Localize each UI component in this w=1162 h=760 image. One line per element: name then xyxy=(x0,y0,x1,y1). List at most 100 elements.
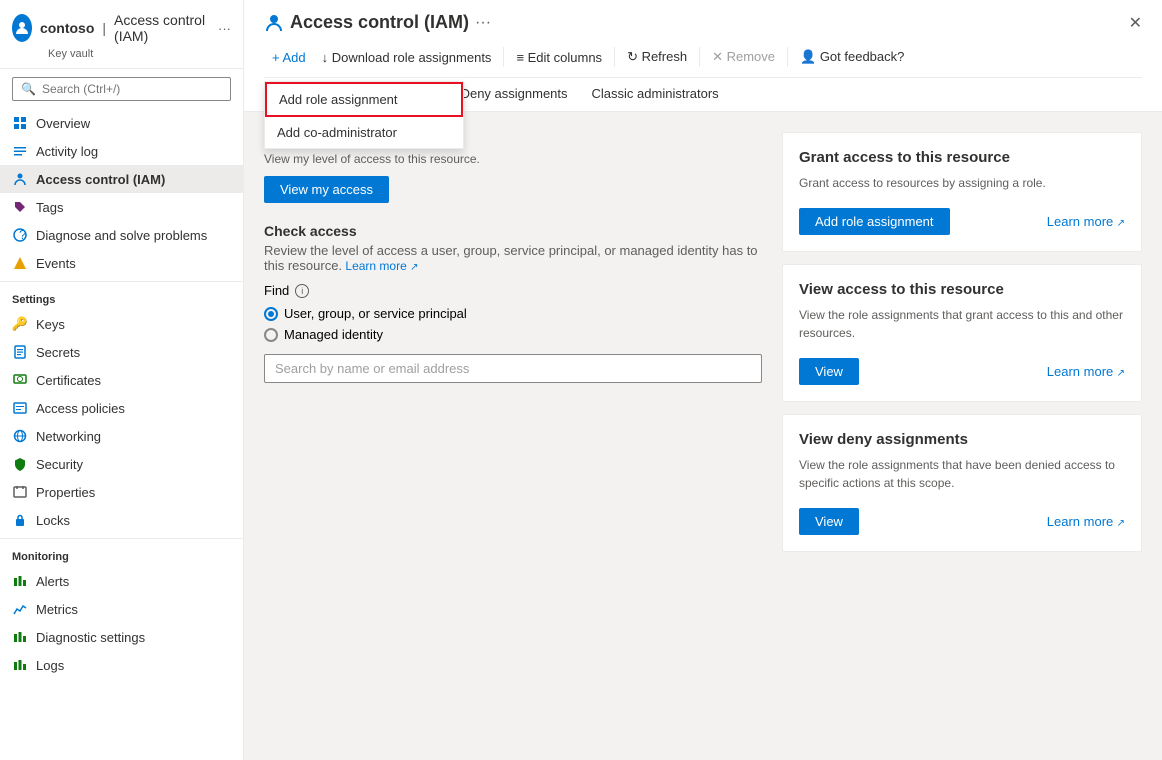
policies-icon xyxy=(12,400,28,416)
toolbar: + Add Add role assignment Add co-adminis… xyxy=(264,41,1142,77)
sidebar-item-label: Events xyxy=(36,256,76,271)
events-icon xyxy=(12,255,28,271)
add-button[interactable]: + Add xyxy=(264,46,314,69)
radio-user-group-sp[interactable]: User, group, or service principal xyxy=(264,306,762,321)
view-access-button[interactable]: View xyxy=(799,358,859,385)
sidebar-item-locks[interactable]: Locks xyxy=(0,506,243,534)
diag-settings-icon xyxy=(12,629,28,645)
sidebar-item-tags[interactable]: Tags xyxy=(0,193,243,221)
view-deny-desc: View the role assignments that have been… xyxy=(799,456,1125,492)
feedback-button[interactable]: 👤 Got feedback? xyxy=(792,45,912,69)
sidebar-item-label: Certificates xyxy=(36,373,101,388)
settings-section-header: Settings xyxy=(0,281,243,310)
ext-link-icon: ↗ xyxy=(1117,218,1125,229)
ellipsis-btn[interactable]: ··· xyxy=(475,14,491,32)
sidebar-item-label: Logs xyxy=(36,658,64,673)
sidebar-item-iam[interactable]: Access control (IAM) xyxy=(0,165,243,193)
view-deny-button[interactable]: View xyxy=(799,508,859,535)
find-label: Find xyxy=(264,283,289,298)
search-box[interactable]: 🔍 xyxy=(12,77,231,101)
iam-icon xyxy=(12,171,28,187)
edit-columns-button[interactable]: ≡ Edit columns xyxy=(508,46,610,69)
radio-label-managed-identity: Managed identity xyxy=(284,327,383,342)
view-access-learn-more[interactable]: Learn more ↗ xyxy=(1047,364,1125,379)
certs-icon xyxy=(12,372,28,388)
view-deny-learn-more[interactable]: Learn more ↗ xyxy=(1047,514,1125,529)
sidebar-item-events[interactable]: Events xyxy=(0,249,243,277)
sidebar-item-diagnose[interactable]: ? Diagnose and solve problems xyxy=(0,221,243,249)
alerts-icon xyxy=(12,573,28,589)
sidebar-item-label: Access policies xyxy=(36,401,125,416)
logs-icon xyxy=(12,657,28,673)
tab-deny-assignments[interactable]: Deny assignments xyxy=(449,78,580,111)
view-access-footer: View Learn more ↗ xyxy=(799,358,1125,385)
grant-access-learn-more[interactable]: Learn more ↗ xyxy=(1047,214,1125,229)
sidebar-item-activity-log[interactable]: Activity log xyxy=(0,137,243,165)
search-icon: 🔍 xyxy=(21,82,36,96)
radio-label-user-group-sp: User, group, or service principal xyxy=(284,306,467,321)
security-icon xyxy=(12,456,28,472)
toolbar-separator-1 xyxy=(503,47,504,67)
ext-link-icon: ↗ xyxy=(1117,518,1125,529)
sidebar-item-label: Secrets xyxy=(36,345,80,360)
radio-dot-unselected xyxy=(264,328,278,342)
sidebar-item-diagnostic-settings[interactable]: Diagnostic settings xyxy=(0,623,243,651)
refresh-button[interactable]: ↻ Refresh xyxy=(619,45,695,69)
main-content: Access control (IAM) ··· ✕ + Add Add rol… xyxy=(244,0,1162,760)
sidebar-item-label: Metrics xyxy=(36,602,78,617)
page-header: Access control (IAM) ··· ✕ + Add Add rol… xyxy=(244,0,1162,112)
sidebar-item-networking[interactable]: Networking xyxy=(0,422,243,450)
remove-button[interactable]: ✕ Remove xyxy=(704,45,783,69)
sidebar-item-logs[interactable]: Logs xyxy=(0,651,243,679)
sidebar-header: contoso | Access control (IAM) ··· Key v… xyxy=(0,0,243,69)
activity-log-icon xyxy=(12,143,28,159)
dropdown-add-role[interactable]: Add role assignment xyxy=(265,82,463,117)
resource-name: contoso xyxy=(40,20,94,36)
radio-dot-selected xyxy=(264,307,278,321)
secrets-icon xyxy=(12,344,28,360)
sidebar-item-properties[interactable]: Properties xyxy=(0,478,243,506)
close-button[interactable]: ✕ xyxy=(1129,13,1142,33)
metrics-icon xyxy=(12,601,28,617)
sidebar-item-secrets[interactable]: Secrets xyxy=(0,338,243,366)
ellipsis-icon[interactable]: ··· xyxy=(218,21,231,36)
radio-managed-identity[interactable]: Managed identity xyxy=(264,327,762,342)
diagnose-icon: ? xyxy=(12,227,28,243)
sidebar-item-label: Diagnose and solve problems xyxy=(36,228,207,243)
sidebar-item-metrics[interactable]: Metrics xyxy=(0,595,243,623)
overview-icon xyxy=(12,115,28,131)
dropdown-add-co-admin[interactable]: Add co-administrator xyxy=(265,117,463,148)
sidebar-item-security[interactable]: Security xyxy=(0,450,243,478)
sidebar-item-label: Keys xyxy=(36,317,65,332)
sidebar-item-label: Diagnostic settings xyxy=(36,630,145,645)
svg-text:?: ? xyxy=(19,228,26,242)
download-button[interactable]: ↓ Download role assignments xyxy=(314,46,500,69)
check-access-learn-more[interactable]: Learn more xyxy=(345,259,406,273)
sidebar-item-keys[interactable]: 🔑 Keys xyxy=(0,310,243,338)
content-left: My access View my level of access to thi… xyxy=(264,132,762,740)
view-deny-footer: View Learn more ↗ xyxy=(799,508,1125,535)
sidebar-item-certificates[interactable]: Certificates xyxy=(0,366,243,394)
sidebar: contoso | Access control (IAM) ··· Key v… xyxy=(0,0,244,760)
sidebar-item-alerts[interactable]: Alerts xyxy=(0,567,243,595)
check-access-desc: Review the level of access a user, group… xyxy=(264,243,762,273)
search-input[interactable] xyxy=(42,82,222,96)
content-area: My access View my level of access to thi… xyxy=(244,112,1162,760)
sidebar-nav: Overview Activity log Access control (IA… xyxy=(0,109,243,760)
sidebar-item-label: Locks xyxy=(36,513,70,528)
radio-group: User, group, or service principal Manage… xyxy=(264,306,762,342)
monitoring-section-header: Monitoring xyxy=(0,538,243,567)
sidebar-item-overview[interactable]: Overview xyxy=(0,109,243,137)
tab-classic-admins[interactable]: Classic administrators xyxy=(580,78,731,111)
page-title-sidebar: Access control (IAM) xyxy=(114,12,206,44)
add-role-assignment-button[interactable]: Add role assignment xyxy=(799,208,950,235)
toolbar-separator-2 xyxy=(614,47,615,67)
check-access-search-input[interactable] xyxy=(264,354,762,383)
properties-icon xyxy=(12,484,28,500)
sidebar-item-label: Activity log xyxy=(36,144,98,159)
view-my-access-button[interactable]: View my access xyxy=(264,176,389,203)
sidebar-item-access-policies[interactable]: Access policies xyxy=(0,394,243,422)
avatar xyxy=(12,14,32,42)
grant-access-title: Grant access to this resource xyxy=(799,149,1125,166)
add-dropdown-menu: Add role assignment Add co-administrator xyxy=(264,81,464,149)
